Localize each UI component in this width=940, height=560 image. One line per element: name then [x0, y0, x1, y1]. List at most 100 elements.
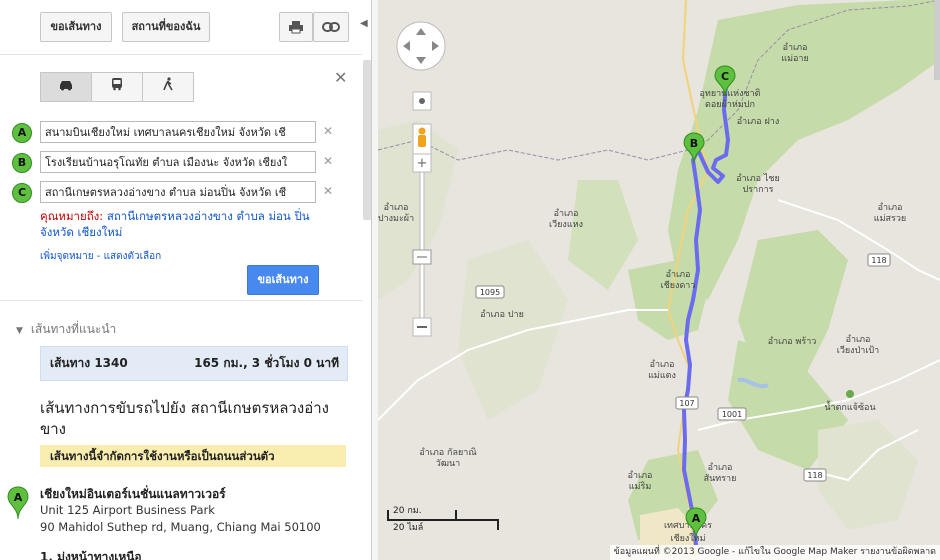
suggested-routes-heading[interactable]: ▼ เส้นทางที่แนะนำ	[16, 320, 116, 339]
destination-suggestion: คุณหมายถึง: สถานีเกษตรหลวงอ่างขาง ตำบล ม…	[40, 208, 315, 240]
walk-mode-button[interactable]	[142, 72, 194, 102]
map-view[interactable]: 1095 107 1001 118 118 อำเภอ แม่อาย อุทยาน…	[378, 0, 940, 560]
remove-waypoint-a-icon[interactable]: ✕	[323, 124, 333, 138]
restricted-road-warning: เส้นทางนี้จำกัดการใช้งานหรือเป็นถนนส่วนต…	[40, 445, 346, 467]
route-option[interactable]: เส้นทาง 1340 165 กม., 3 ชั่วโมง 0 นาที	[40, 346, 348, 381]
road-shield-1001: 1001	[717, 407, 747, 421]
zoom-slider-handle[interactable]	[412, 249, 432, 265]
pan-control[interactable]	[396, 21, 446, 71]
svg-text:แม่สรวย: แม่สรวย	[874, 214, 906, 224]
svg-text:แม่แตง: แม่แตง	[648, 371, 676, 381]
svg-text:อำเภอ: อำเภอ	[554, 208, 579, 219]
scale-km-label: 20 กม.	[393, 506, 422, 516]
add-destination-options-links[interactable]: เพิ่มจุดหมาย - แสดงตัวเลือก	[40, 249, 161, 264]
directions-button[interactable]: ขอเส้นทาง	[40, 12, 112, 42]
my-places-button[interactable]: สถานที่ของฉัน	[122, 12, 210, 42]
start-address-line1: Unit 125 Airport Business Park	[40, 503, 215, 517]
svg-text:118: 118	[871, 256, 886, 265]
svg-text:1095: 1095	[480, 288, 500, 297]
direction-step-1: 1. มุ่งหน้าทางเหนือ	[40, 550, 142, 560]
waypoint-b-marker: B	[12, 153, 32, 173]
svg-text:อุทยานแห่งชาติ: อุทยานแห่งชาติ	[700, 88, 761, 99]
car-mode-button[interactable]	[40, 72, 92, 102]
map-canvas[interactable]: 1095 107 1001 118 118 อำเภอแม่อาย อุทยาน…	[378, 0, 940, 560]
print-icon	[289, 21, 303, 34]
divider	[0, 300, 362, 301]
get-directions-button[interactable]: ขอเส้นทาง	[247, 265, 319, 295]
waypoint-c-marker: C	[12, 183, 32, 203]
road-shield-107: 107	[675, 396, 699, 410]
svg-text:107: 107	[679, 399, 694, 408]
remove-waypoint-c-icon[interactable]: ✕	[323, 184, 333, 198]
svg-text:แม่อาย: แม่อาย	[781, 54, 808, 64]
zoom-out-button[interactable]	[412, 317, 432, 337]
waypoint-a-marker: A	[12, 123, 32, 143]
zoom-in-button[interactable]: +	[412, 153, 432, 173]
svg-text:ปางมะผ้า: ปางมะผ้า	[378, 213, 414, 224]
zoom-slider-track	[419, 171, 425, 319]
svg-text:1001: 1001	[722, 410, 742, 419]
route-name: เส้นทาง 1340	[50, 356, 128, 370]
car-icon	[60, 81, 72, 91]
street-view-pegman-icon[interactable]	[412, 123, 432, 155]
start-marker-letter: A	[14, 491, 23, 504]
svg-text:อำเภอ พร้าว: อำเภอ พร้าว	[768, 336, 817, 347]
svg-text:B: B	[690, 137, 698, 150]
start-place-name[interactable]: เชียงใหม่อินเตอร์เนชั่นแนลทาวเวอร์	[40, 485, 226, 504]
svg-text:A: A	[692, 512, 701, 525]
label-pai: อำเภอ ปาย	[480, 309, 524, 320]
svg-text:ปราการ: ปราการ	[743, 185, 774, 195]
suggested-routes-label: เส้นทางที่แนะนำ	[30, 322, 117, 336]
svg-text:อำเภอ ปาย: อำเภอ ปาย	[480, 309, 524, 320]
road-shield-118: 118	[803, 468, 827, 482]
svg-text:วัฒนา: วัฒนา	[436, 459, 460, 469]
reset-location-icon[interactable]	[412, 91, 432, 111]
directions-title: เส้นทางการขับรถไปยัง สถานีเกษตรหลวงอ่างข…	[40, 399, 329, 438]
svg-text:อำเภอ กัลยาณิ: อำเภอ กัลยาณิ	[419, 447, 476, 458]
close-icon[interactable]: ✕	[334, 68, 347, 87]
waypoint-c-input[interactable]: สถานีเกษตรหลวงอ่างขาง ตำบล ม่อนปิ่น จังห…	[40, 181, 316, 203]
remove-waypoint-b-icon[interactable]: ✕	[323, 154, 333, 168]
svg-text:118: 118	[807, 471, 822, 480]
panel-scrollbar[interactable]	[363, 60, 371, 220]
scale-mi-label: 20 ไมล์	[393, 523, 424, 533]
walk-icon	[163, 77, 173, 91]
road-shield-118: 118	[867, 253, 891, 267]
bus-icon	[112, 78, 122, 91]
divider	[0, 54, 362, 55]
transit-mode-button[interactable]	[91, 72, 143, 102]
start-marker-pin-icon: A	[7, 486, 29, 520]
svg-text:อำเภอ: อำเภอ	[384, 202, 409, 213]
svg-text:อำเภอ: อำเภอ	[878, 202, 903, 213]
svg-text:ดอยผ้าห่มปก: ดอยผ้าห่มปก	[705, 99, 755, 110]
collapse-arrow-icon: ▼	[16, 326, 23, 336]
svg-text:เวียงแหง: เวียงแหง	[549, 219, 583, 230]
link-button[interactable]	[313, 12, 349, 42]
link-icon	[322, 22, 340, 32]
label-phrao: อำเภอ พร้าว	[768, 336, 817, 347]
svg-text:อำเภอ: อำเภอ	[846, 334, 871, 345]
svg-text:อำเภอ ไชย: อำเภอ ไชย	[736, 173, 780, 184]
road-shield-1095: 1095	[475, 285, 505, 299]
svg-text:อำเภอ: อำเภอ	[666, 269, 691, 280]
svg-text:เชียงดาว: เชียงดาว	[661, 280, 696, 291]
map-copyright[interactable]: ข้อมูลแผนที่ ©2013 Google - แก้ไขใน Goog…	[609, 545, 940, 560]
svg-text:เวียงป่าเป้า: เวียงป่าเป้า	[837, 345, 879, 356]
svg-text:อำเภอ: อำเภอ	[708, 462, 733, 473]
start-address-line2: 90 Mahidol Suthep rd, Muang, Chiang Mai …	[40, 520, 321, 534]
svg-text:อำเภอ: อำเภอ	[628, 470, 653, 481]
map-edge-overlay	[934, 0, 940, 80]
waypoint-b-input[interactable]: โรงเรียนบ้านอรุโณทัย ตำบล เมืองนะ จังหวั…	[40, 151, 316, 173]
svg-text:อำเภอ: อำเภอ	[783, 42, 808, 53]
svg-text:C: C	[721, 70, 729, 83]
suggestion-prefix: คุณหมายถึง:	[40, 209, 104, 223]
svg-text:สันทราย: สันทราย	[704, 474, 737, 484]
waypoint-a-input[interactable]: สนามบินเชียงใหม่ เทศบาลนครเชียงใหม่ จังห…	[40, 121, 316, 143]
label-fang: อำเภอ ฝาง	[737, 116, 779, 127]
print-button[interactable]	[279, 12, 313, 42]
svg-text:แม่ริม: แม่ริม	[629, 481, 652, 492]
directions-panel: ขอเส้นทาง สถานที่ของฉัน ✕ A สนามบินเชียง…	[0, 0, 362, 560]
svg-text:อำเภอ ฝาง: อำเภอ ฝาง	[737, 116, 779, 127]
svg-text:เชียงใหม่: เชียงใหม่	[670, 533, 705, 544]
collapse-panel-icon[interactable]: ◀	[360, 18, 368, 30]
